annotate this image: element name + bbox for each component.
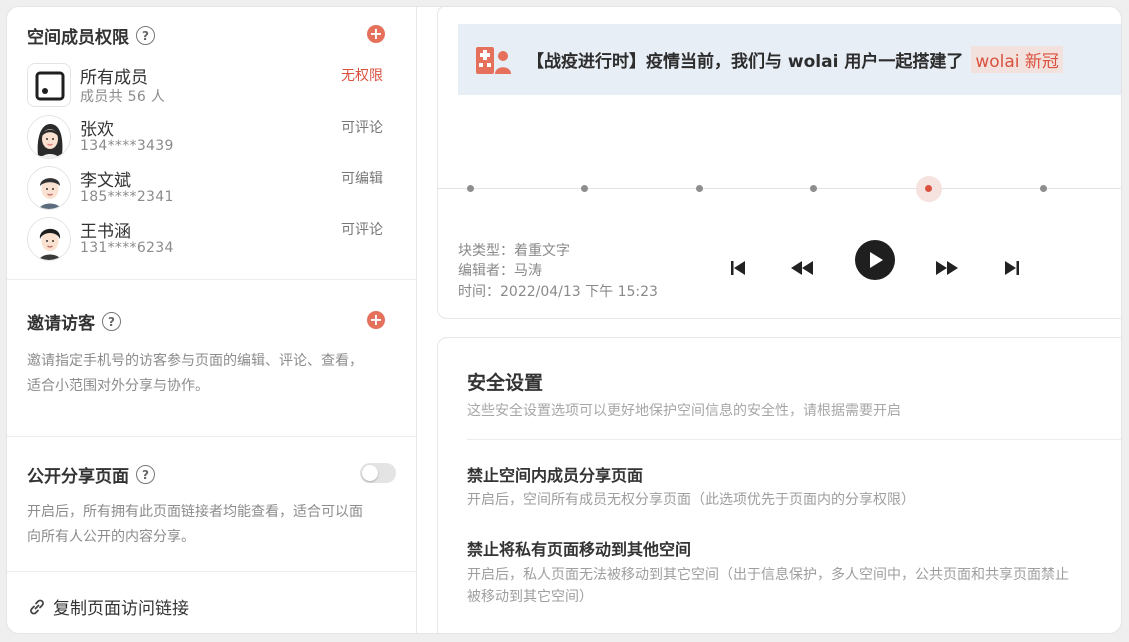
member-count: 成员共 56 人 xyxy=(80,89,166,105)
permissions-panel: 空间成员权限 ? + 所有成员 成员共 56 人 无权限 张欢 134****3… xyxy=(7,7,417,633)
member-name: 所有成员 xyxy=(80,68,148,88)
history-dot[interactable] xyxy=(696,185,703,192)
member-phone: 185****2341 xyxy=(80,189,174,205)
male-avatar-icon xyxy=(27,166,71,210)
history-card: 【战疫进行时】疫情当前，我们与 wolai 用户一起搭建了 wolai 新冠 块… xyxy=(437,7,1121,319)
member-permission-dropdown[interactable]: 可编辑 xyxy=(341,168,383,188)
history-dot[interactable] xyxy=(810,185,817,192)
member-permission-dropdown[interactable]: 可评论 xyxy=(341,117,383,137)
invite-section-title: 邀请访客 ? xyxy=(27,309,121,334)
public-share-description: 开启后，所有拥有此页面链接者均能查看，适合可以面 向所有人公开的内容分享。 xyxy=(27,504,363,545)
members-section-title: 空间成员权限 ? xyxy=(27,23,155,48)
help-icon[interactable]: ? xyxy=(102,312,121,331)
editor-label: 编辑者：马涛 xyxy=(458,263,542,279)
history-dot-active[interactable] xyxy=(925,185,932,192)
member-permission-dropdown[interactable]: 无权限 xyxy=(341,65,383,85)
time-label: 时间：2022/04/13 下午 15:23 xyxy=(458,284,658,300)
member-phone: 131****6234 xyxy=(80,240,174,256)
setting-description: 开启后，空间所有成员无权分享页面（此选项优先于页面内的分享权限） xyxy=(467,492,915,508)
help-icon[interactable]: ? xyxy=(136,465,155,484)
block-type-label: 块类型：着重文字 xyxy=(458,243,570,259)
member-row-wangshuhan: 王书涵 131****6234 可评论 xyxy=(27,217,397,263)
help-icon[interactable]: ? xyxy=(136,26,155,45)
female-avatar-icon xyxy=(27,115,71,159)
divider xyxy=(7,279,416,280)
fast-forward-icon[interactable] xyxy=(935,260,959,276)
setting-disable-move-private-page[interactable]: 禁止将私有页面移动到其他空间 xyxy=(467,536,691,560)
hospital-user-icon xyxy=(476,46,511,74)
history-dot[interactable] xyxy=(467,185,474,192)
play-button[interactable] xyxy=(854,239,896,281)
rewind-icon[interactable] xyxy=(790,260,814,276)
security-settings-card: 安全设置 这些安全设置选项可以更好地保护空间信息的安全性，请根据需要开启 禁止空… xyxy=(437,337,1121,633)
male-avatar-icon xyxy=(27,217,71,261)
copy-link-button[interactable]: 复制页面访问链接 xyxy=(27,594,189,619)
history-dot[interactable] xyxy=(1040,185,1047,192)
member-name: 王书涵 xyxy=(80,222,131,242)
divider xyxy=(467,439,1121,440)
link-icon xyxy=(30,599,44,614)
add-guest-button[interactable]: + xyxy=(367,311,385,329)
add-member-button[interactable]: + xyxy=(367,25,385,43)
banner-highlight[interactable]: wolai 新冠 xyxy=(971,46,1063,73)
divider xyxy=(7,436,416,437)
skip-to-start-icon[interactable] xyxy=(730,260,746,276)
history-timeline xyxy=(438,188,1121,189)
member-name: 张欢 xyxy=(80,120,114,140)
member-phone: 134****3439 xyxy=(80,138,174,154)
member-row-zhanghuan: 张欢 134****3439 可评论 xyxy=(27,115,397,161)
announcement-banner[interactable]: 【战疫进行时】疫情当前，我们与 wolai 用户一起搭建了 wolai 新冠 xyxy=(458,24,1121,95)
app-frame: 空间成员权限 ? + 所有成员 成员共 56 人 无权限 张欢 134****3… xyxy=(7,7,1121,633)
banner-text: 【战疫进行时】疫情当前，我们与 wolai 用户一起搭建了 xyxy=(527,52,964,72)
member-row-liwenbin: 李文斌 185****2341 可编辑 xyxy=(27,166,397,212)
public-share-title: 公开分享页面 ? xyxy=(27,462,155,487)
member-row-all: 所有成员 成员共 56 人 无权限 xyxy=(27,63,397,109)
history-dot[interactable] xyxy=(581,185,588,192)
security-subtitle: 这些安全设置选项可以更好地保护空间信息的安全性，请根据需要开启 xyxy=(467,403,901,419)
invite-description: 邀请指定手机号的访客参与页面的编辑、评论、查看， 适合小范围对外分享与协作。 xyxy=(27,353,363,394)
divider xyxy=(7,571,416,572)
security-title: 安全设置 xyxy=(467,372,544,394)
all-members-icon xyxy=(27,63,71,107)
skip-to-end-icon[interactable] xyxy=(1004,260,1020,276)
public-share-toggle[interactable] xyxy=(360,463,396,483)
setting-description: 开启后，私人页面无法被移动到其它空间（出于信息保护，多人空间中，公共页面和共享页… xyxy=(467,567,1069,605)
member-permission-dropdown[interactable]: 可评论 xyxy=(341,219,383,239)
setting-disable-member-share[interactable]: 禁止空间内成员分享页面 xyxy=(467,462,643,486)
member-name: 李文斌 xyxy=(80,171,131,191)
